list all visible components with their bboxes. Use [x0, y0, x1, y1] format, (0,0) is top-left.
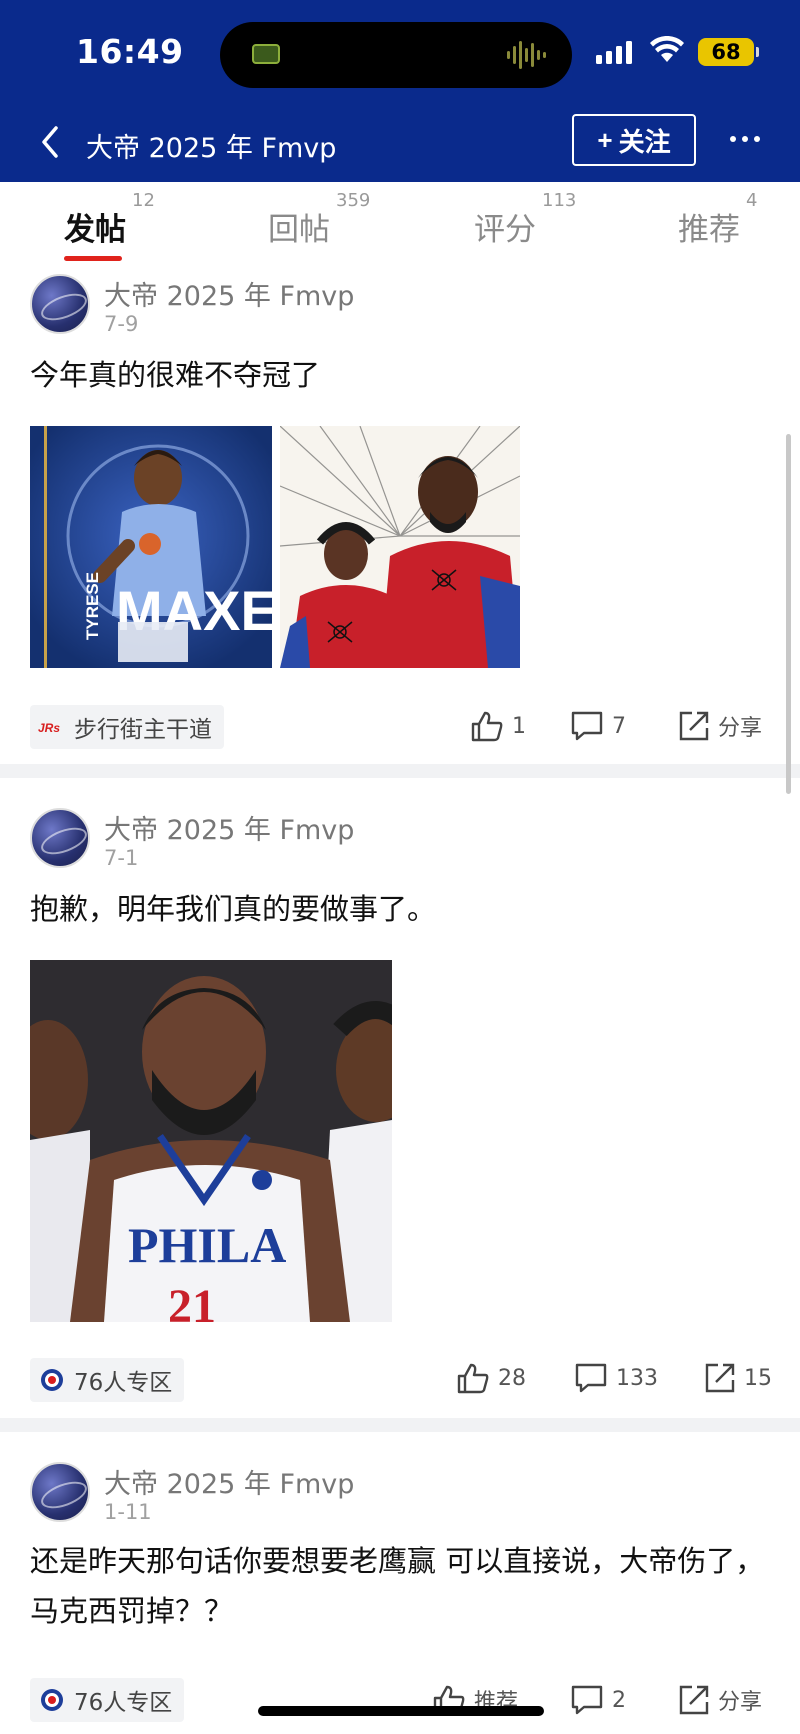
tab-label: 回帖 — [268, 212, 330, 248]
comment-button[interactable]: 2 — [570, 1684, 626, 1716]
avatar[interactable] — [30, 274, 90, 334]
tab-label: 评分 — [474, 212, 536, 248]
dynamic-island — [220, 22, 572, 88]
back-chevron-icon[interactable] — [36, 122, 66, 162]
maxey-side-text: TYRESE — [83, 572, 102, 640]
tab-recommend[interactable]: 推荐 4 — [678, 190, 757, 249]
svg-text:JRs: JRs — [38, 721, 60, 734]
tab-count: 4 — [746, 190, 758, 211]
share-icon — [679, 1685, 709, 1715]
scrollbar[interactable] — [786, 434, 791, 794]
tab-ratings[interactable]: 评分 113 — [474, 190, 576, 249]
post-image-spiderman[interactable] — [280, 426, 520, 668]
tab-count: 12 — [132, 190, 155, 211]
share-button[interactable]: 分享 — [678, 710, 762, 742]
post-text[interactable]: 还是昨天那句话你要想要老鹰赢 可以直接说，大帝伤了，马克西罚掉？？ — [30, 1536, 770, 1636]
share-count: 15 — [744, 1365, 772, 1391]
avatar[interactable] — [30, 1462, 90, 1522]
profile-tabs: 发帖 12 回帖 359 评分 113 推荐 4 — [0, 182, 800, 261]
post-author[interactable]: 大帝 2025 年 Fmvp — [104, 808, 354, 847]
live-activity-icon — [252, 44, 280, 64]
follow-button[interactable]: + 关注 — [572, 114, 696, 166]
thumbs-up-icon — [471, 711, 503, 742]
tab-count: 359 — [336, 190, 371, 211]
audio-wave-icon — [507, 38, 546, 72]
comment-icon — [571, 711, 603, 741]
jersey-text: PHILA — [128, 1217, 286, 1273]
tab-label: 发帖 — [64, 212, 126, 248]
share-label: 分享 — [718, 716, 763, 741]
home-indicator[interactable] — [258, 1706, 544, 1716]
forum-tag[interactable]: 76人专区 — [30, 1358, 185, 1402]
tab-posts[interactable]: 发帖 12 — [64, 190, 155, 249]
share-button[interactable]: 15 — [704, 1362, 772, 1394]
comment-count: 2 — [612, 1687, 626, 1713]
forum-tag-label: 76人专区 — [74, 1370, 173, 1396]
plus-icon: + — [597, 124, 613, 155]
comment-count: 7 — [612, 713, 626, 739]
post-divider — [0, 1418, 800, 1432]
comment-icon — [571, 1685, 603, 1715]
forum-tag[interactable]: JRs 步行街主干道 — [30, 705, 224, 749]
post-card[interactable]: 大帝 2025 年 Fmvp 7-1 抱歉，明年我们真的要做事了。 PHILA … — [0, 796, 800, 1436]
embiid-photo: PHILA 21 — [30, 960, 392, 1322]
follow-label: 关注 — [618, 126, 671, 157]
cellular-signal-icon — [596, 40, 632, 64]
comment-icon — [575, 1363, 607, 1393]
active-tab-indicator — [64, 256, 122, 261]
share-button[interactable]: 分享 — [678, 1684, 762, 1716]
post-author[interactable]: 大帝 2025 年 Fmvp — [104, 274, 354, 313]
post-text[interactable]: 抱歉，明年我们真的要做事了。 — [30, 884, 770, 934]
like-button[interactable]: 28 — [456, 1362, 526, 1394]
maxey-graphic: MAXEY TYRESE — [30, 426, 272, 668]
status-time: 16:49 — [76, 32, 184, 71]
avatar[interactable] — [30, 808, 90, 868]
76ers-logo-icon — [38, 1369, 66, 1391]
post-divider — [0, 764, 800, 778]
post-date: 7-9 — [104, 312, 139, 336]
thumbs-up-icon — [457, 1363, 489, 1394]
app-header: 16:49 68 大帝 2025 年 Fmvp + 关注 — [0, 0, 800, 182]
tab-label: 推荐 — [678, 212, 740, 248]
forum-tag-label: 步行街主干道 — [74, 717, 212, 743]
comment-count: 133 — [616, 1365, 658, 1391]
post-author[interactable]: 大帝 2025 年 Fmvp — [104, 1462, 354, 1501]
76ers-logo-icon — [38, 1689, 66, 1711]
post-card[interactable]: 大帝 2025 年 Fmvp 1-11 还是昨天那句话你要想要老鹰赢 可以直接说… — [0, 1450, 800, 1734]
spiderman-cartoon — [280, 426, 520, 668]
like-count: 1 — [512, 713, 526, 739]
post-text[interactable]: 今年真的很难不夺冠了 — [30, 350, 770, 400]
jrs-logo-icon: JRs — [38, 716, 66, 738]
forum-tag-label: 76人专区 — [74, 1690, 173, 1716]
post-image-maxey[interactable]: MAXEY TYRESE — [30, 426, 272, 668]
share-icon — [679, 711, 709, 741]
tab-replies[interactable]: 回帖 359 — [268, 190, 370, 249]
more-options-icon[interactable] — [730, 136, 766, 146]
profile-content: 发帖12 回帖359 评分113 推荐4 大帝 2025 年 Fmvp 7-9 … — [0, 182, 800, 1734]
like-button[interactable]: 1 — [470, 710, 526, 742]
jersey-number: 21 — [168, 1280, 216, 1322]
battery-indicator: 68 — [698, 38, 759, 66]
forum-tag[interactable]: 76人专区 — [30, 1678, 185, 1722]
tab-count: 113 — [542, 190, 577, 211]
comment-button[interactable]: 7 — [570, 710, 626, 742]
post-date: 1-11 — [104, 1500, 152, 1524]
share-icon — [705, 1363, 735, 1393]
comment-button[interactable]: 133 — [574, 1362, 658, 1394]
page-title: 大帝 2025 年 Fmvp — [86, 133, 337, 164]
wifi-icon — [650, 36, 684, 62]
like-count: 28 — [498, 1365, 526, 1391]
post-image-embiid[interactable]: PHILA 21 — [30, 960, 392, 1322]
post-date: 7-1 — [104, 846, 139, 870]
share-label: 分享 — [718, 1690, 763, 1715]
